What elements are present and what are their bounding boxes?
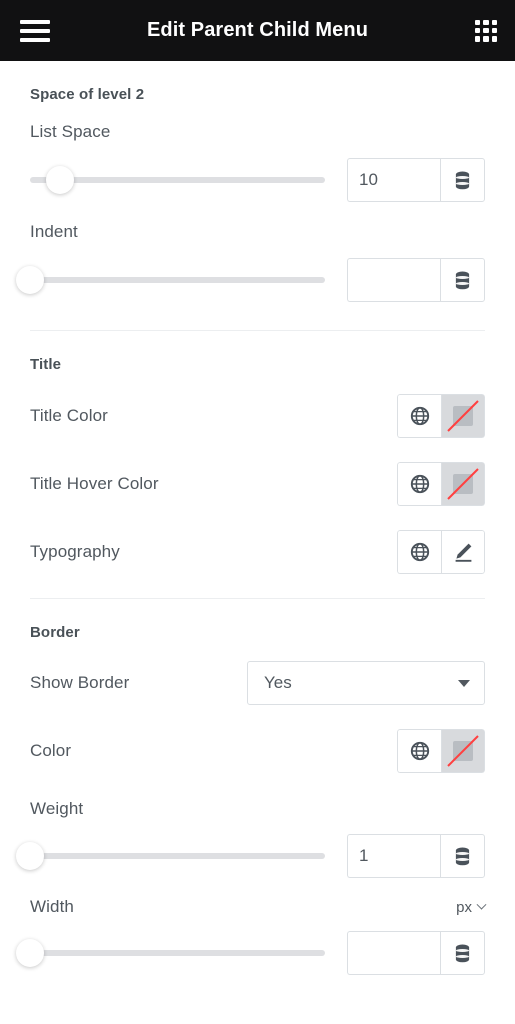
control-label-show-border: Show Border: [30, 673, 130, 692]
database-stack-icon[interactable]: [440, 158, 485, 202]
section-heading-border: Border: [30, 624, 80, 641]
number-input-border-width[interactable]: [347, 931, 440, 975]
hamburger-bar: [20, 19, 50, 24]
control-label-border-weight: Weight: [30, 799, 84, 818]
control-indent: Indent: [16, 202, 485, 302]
unit-selector-value: px: [456, 898, 472, 916]
typography-control: [397, 530, 485, 574]
settings-panel: Space of level 2 List Space 10 Indent Ti…: [0, 61, 515, 975]
apps-grid-cell: [483, 19, 489, 25]
page-title: Edit Parent Child Menu: [146, 19, 369, 41]
control-label-title-color: Title Color: [30, 406, 108, 425]
section-heading-title: Title: [30, 356, 62, 373]
pencil-icon[interactable]: [441, 530, 485, 574]
slider-handle[interactable]: [16, 266, 44, 294]
control-label-border-width: Width: [30, 897, 74, 916]
slider-handle[interactable]: [45, 166, 74, 194]
control-label-border-color: Color: [30, 741, 72, 760]
control-label-indent: Indent: [30, 222, 78, 241]
unit-selector-border-width[interactable]: px: [456, 898, 487, 916]
chevron-down-icon: [458, 679, 470, 687]
number-group-border-width: [347, 931, 485, 975]
slider-indent[interactable]: [16, 265, 325, 295]
control-border-color: Color: [30, 729, 485, 773]
no-color-swatch-icon[interactable]: [441, 462, 485, 506]
hamburger-bar: [20, 37, 50, 42]
apps-grid-cell: [475, 19, 481, 25]
number-input-list-space[interactable]: [347, 158, 440, 202]
control-show-border: Show Border Yes: [30, 661, 485, 705]
select-show-border[interactable]: Yes: [247, 661, 485, 705]
control-label-list-space: List Space: [30, 122, 111, 141]
globe-icon[interactable]: [397, 394, 441, 438]
control-label-typography: Typography: [30, 542, 120, 561]
control-label-title-hover-color: Title Hover Color: [30, 474, 159, 493]
no-color-swatch-icon[interactable]: [441, 394, 485, 438]
apps-grid-cell: [491, 36, 497, 42]
hamburger-icon[interactable]: [20, 19, 50, 42]
number-input-border-weight[interactable]: [347, 834, 440, 878]
globe-icon[interactable]: [397, 530, 441, 574]
no-color-swatch-icon[interactable]: [441, 729, 485, 773]
slider-handle[interactable]: [16, 939, 44, 967]
apps-grid-cell: [475, 27, 481, 34]
slider-border-weight[interactable]: [16, 841, 325, 871]
apps-grid-cell: [491, 27, 497, 34]
slider-track: [30, 177, 325, 183]
database-stack-icon[interactable]: [440, 931, 485, 975]
select-value-show-border: Yes: [264, 673, 292, 692]
apps-grid-cell: [483, 27, 489, 34]
apps-grid-cell: [491, 19, 497, 25]
color-control-title-hover-color: [397, 462, 485, 506]
apps-grid-cell: [483, 36, 489, 42]
number-group-list-space: [347, 158, 485, 202]
slider-track: [30, 950, 325, 956]
number-input-indent[interactable]: [347, 258, 440, 302]
globe-icon[interactable]: [397, 729, 441, 773]
color-control-border-color: [397, 729, 485, 773]
color-control-title-color: [397, 394, 485, 438]
chevron-down-icon: [476, 899, 487, 910]
slider-track: [30, 277, 325, 283]
database-stack-icon[interactable]: [440, 258, 485, 302]
apps-grid-cell: [475, 36, 481, 42]
control-title-color: Title Color: [30, 394, 485, 438]
hamburger-bar: [20, 28, 50, 33]
slider-border-width[interactable]: [16, 938, 325, 968]
slider-handle[interactable]: [16, 842, 44, 870]
app-topbar: Edit Parent Child Menu: [0, 0, 515, 61]
globe-icon[interactable]: [397, 462, 441, 506]
database-stack-icon[interactable]: [440, 834, 485, 878]
number-group-indent: [347, 258, 485, 302]
control-border-weight: Weight: [16, 773, 485, 878]
slider-list-space[interactable]: [30, 165, 325, 195]
slider-track: [30, 853, 325, 859]
number-group-border-weight: [347, 834, 485, 878]
control-typography: Typography: [30, 530, 485, 574]
apps-grid-icon[interactable]: [475, 19, 497, 42]
control-title-hover-color: Title Hover Color: [30, 462, 485, 506]
control-border-width: Width px: [16, 878, 487, 975]
section-heading-space-of-level-2: Space of level 2: [30, 86, 145, 103]
control-list-space: List Space: [30, 103, 485, 202]
